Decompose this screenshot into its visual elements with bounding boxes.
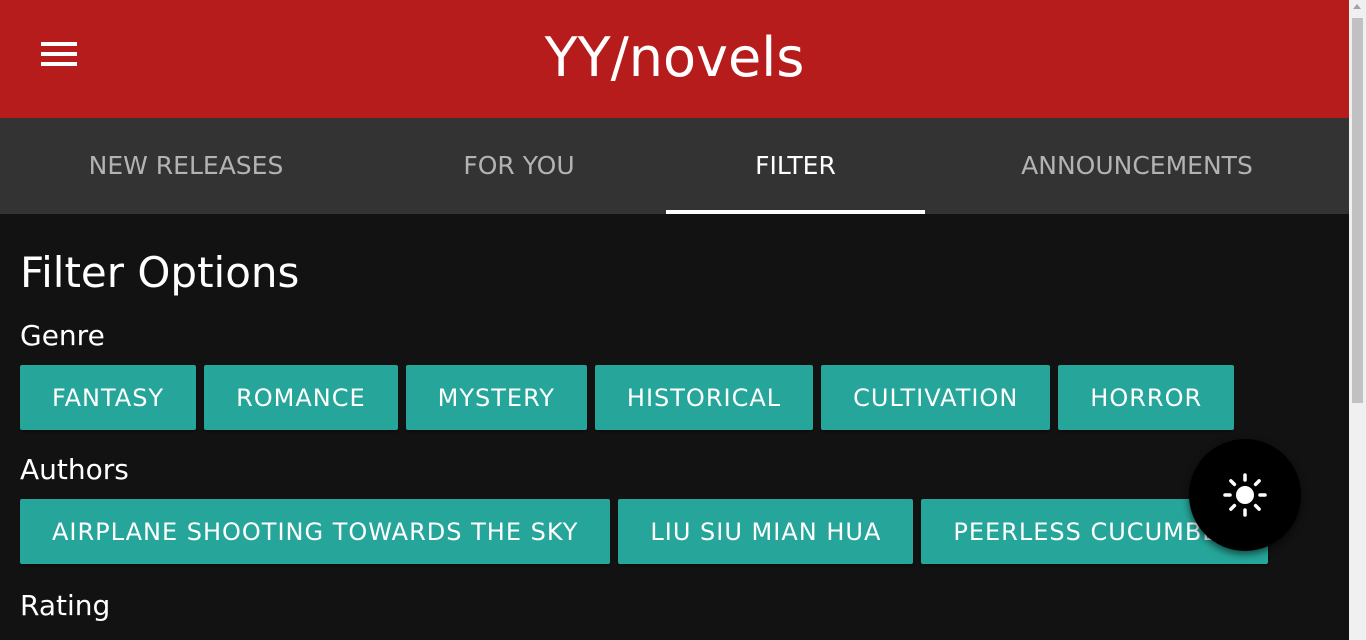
brightness-sun-icon [1223,473,1267,517]
authors-section-label: Authors [20,453,129,486]
scrollbar-thumb[interactable] [1352,18,1363,403]
active-tab-indicator [666,210,925,214]
tab-bar: NEW RELEASES FOR YOU FILTER ANNOUNCEMENT… [0,118,1349,214]
tab-new-releases[interactable]: NEW RELEASES [0,118,372,214]
genre-chip-fantasy[interactable]: FANTASY [20,365,197,430]
genre-chip-horror[interactable]: HORROR [1058,365,1235,430]
app-root: YY/novels NEW RELEASES FOR YOU FILTER AN… [0,0,1349,640]
genre-chip-historical[interactable]: HISTORICAL [594,365,814,430]
author-chip-liu-siu-mian-hua[interactable]: LIU SIU MIAN HUA [618,499,914,564]
tab-for-you[interactable]: FOR YOU [372,118,666,214]
tab-filter[interactable]: FILTER [666,118,925,214]
author-options: AIRPLANE SHOOTING TOWARDS THE SKY LIU SI… [20,499,1269,564]
genre-chip-romance[interactable]: ROMANCE [204,365,398,430]
genre-section-label: Genre [20,319,105,352]
page-scrollbar[interactable] [1349,0,1366,640]
page-title: Filter Options [20,248,300,297]
genre-options: FANTASY ROMANCE MYSTERY HISTORICAL CULTI… [20,365,1235,430]
theme-toggle-button[interactable] [1189,439,1301,551]
author-chip-airplane-shooting-towards-the-sky[interactable]: AIRPLANE SHOOTING TOWARDS THE SKY [20,499,611,564]
genre-chip-mystery[interactable]: MYSTERY [405,365,587,430]
genre-chip-cultivation[interactable]: CULTIVATION [821,365,1051,430]
tab-announcements[interactable]: ANNOUNCEMENTS [925,118,1349,214]
app-title[interactable]: YY/novels [0,26,1349,90]
top-app-bar: YY/novels [0,0,1349,118]
rating-section-label: Rating [20,589,111,622]
scroll-up-arrow-icon[interactable] [1353,4,1361,9]
